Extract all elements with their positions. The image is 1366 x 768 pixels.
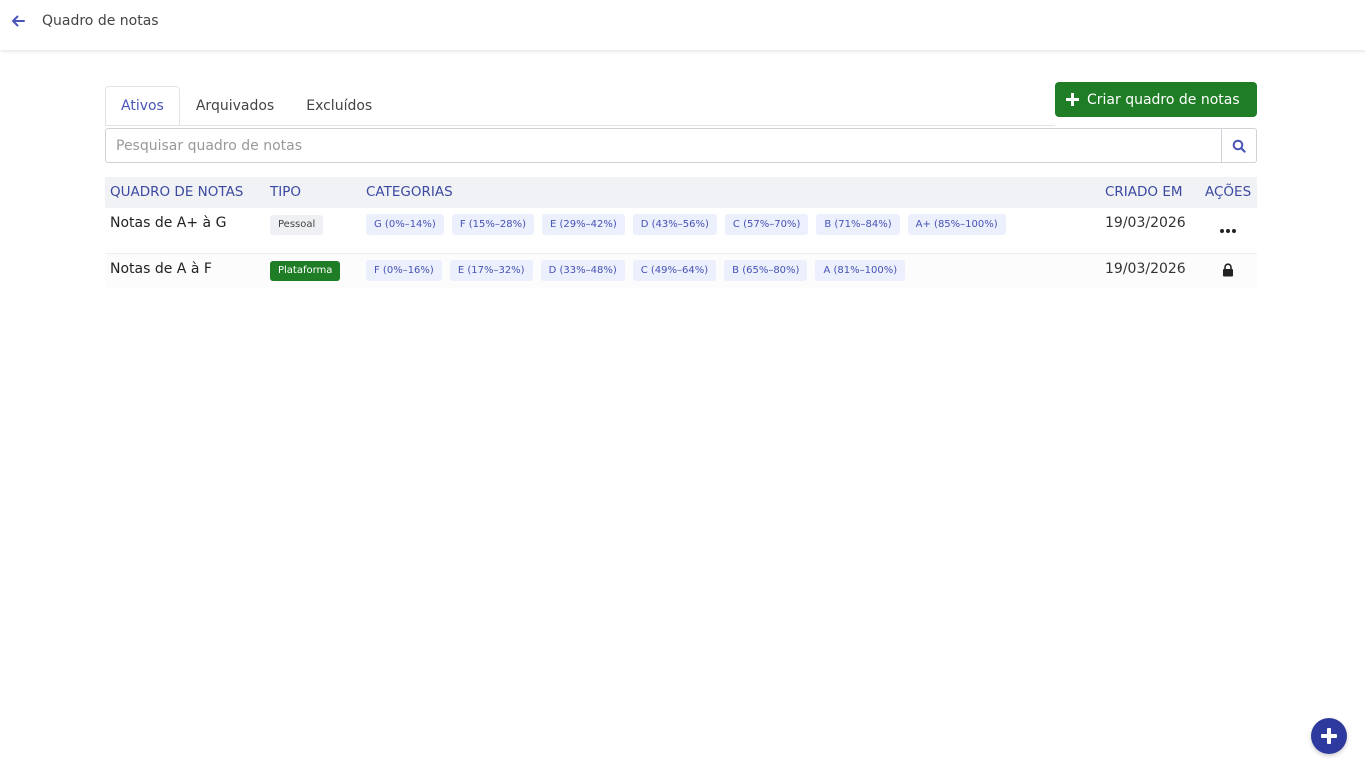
tab-bar: Ativos Arquivados Excluídos [105,86,388,126]
type-badge: Pessoal [270,215,324,235]
table-row[interactable]: Notas de A à F Plataforma F (0%–16%) E (… [105,254,1257,288]
column-header-created: CRIADO EM [1105,184,1183,200]
search-button[interactable] [1222,128,1257,163]
gradebook-table: QUADRO DE NOTAS TIPO CATEGORIAS CRIADO E… [105,177,1257,288]
category-tag: D (43%–56%) [632,214,717,235]
tab-arquivados[interactable]: Arquivados [180,86,290,126]
page-title: Quadro de notas [42,13,159,29]
category-tag: F (15%–28%) [451,214,535,235]
category-tag: A (81%–100%) [815,260,906,281]
created-date: 19/03/2026 [1105,215,1186,231]
category-tag: A+ (85%–100%) [907,214,1006,235]
tab-ativos[interactable]: Ativos [105,86,180,126]
created-date: 19/03/2026 [1105,261,1186,277]
more-options-icon[interactable] [1220,227,1236,235]
category-tag: E (29%–42%) [542,214,625,235]
category-list: F (0%–16%) E (17%–32%) D (33%–48%) C (49… [366,260,906,281]
gradebook-name: Notas de A à F [110,261,212,277]
column-header-type: TIPO [270,184,301,200]
arrow-left-icon[interactable] [9,12,27,30]
search-input[interactable] [105,128,1222,163]
category-list: G (0%–14%) F (15%–28%) E (29%–42%) D (43… [366,214,1006,235]
create-button-label: Criar quadro de notas [1087,91,1240,108]
tabs-divider [105,125,1055,126]
category-tag: E (17%–32%) [449,260,533,281]
column-header-actions: AÇÕES [1205,184,1252,200]
category-tag: C (57%–70%) [724,214,809,235]
column-header-name: QUADRO DE NOTAS [110,184,244,200]
category-tag: B (71%–84%) [816,214,900,235]
type-badge: Plataforma [270,261,341,281]
tab-excluidos[interactable]: Excluídos [290,86,388,126]
top-bar: Quadro de notas [0,0,1366,50]
search-bar [105,128,1257,163]
category-tag: C (49%–64%) [632,260,717,281]
plus-icon [1066,93,1079,106]
table-row[interactable]: Notas de A+ à G Pessoal G (0%–14%) F (15… [105,208,1257,254]
lock-icon [1223,263,1233,277]
floating-add-button[interactable] [1311,718,1347,754]
create-gradebook-button[interactable]: Criar quadro de notas [1055,82,1257,117]
search-icon [1232,139,1246,153]
gradebook-name: Notas de A+ à G [110,215,227,231]
column-header-categories: CATEGORIAS [366,184,453,200]
category-tag: F (0%–16%) [366,260,442,281]
category-tag: G (0%–14%) [366,214,444,235]
table-header: QUADRO DE NOTAS TIPO CATEGORIAS CRIADO E… [105,177,1257,208]
category-tag: D (33%–48%) [540,260,625,281]
category-tag: B (65%–80%) [724,260,808,281]
